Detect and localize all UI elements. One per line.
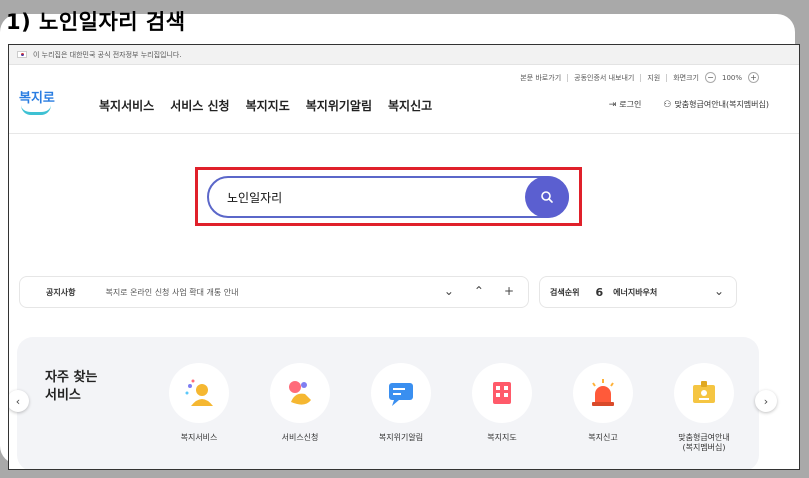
export-certificate-link[interactable]: 공동인증서 내보내기 (574, 73, 634, 83)
notice-bar: 공지사항 복지로 온라인 신청 사업 확대 개통 안내 ⌄ ⌃ + (19, 276, 529, 308)
fav-label: 복지신고 (588, 433, 618, 442)
fav-crisis-alert[interactable]: 복지위기알림 (359, 363, 443, 443)
rank-number: 6 (595, 285, 604, 299)
rank-label: 검색순위 (550, 287, 580, 297)
fav-label: 맞춤형급여안내 (복지멤버십) (662, 433, 746, 453)
logo-smile-icon (21, 105, 51, 115)
fav-welfare-report[interactable]: 복지신고 (561, 363, 645, 443)
main-nav: 복지서비스 서비스 신청 복지지도 복지위기알림 복지신고 (99, 97, 432, 114)
notice-more-icon[interactable]: + (504, 284, 514, 298)
divider (666, 73, 668, 82)
notice-text[interactable]: 복지로 온라인 신청 사업 확대 개통 안내 (105, 287, 238, 298)
person-sparkle-icon (185, 379, 213, 406)
notice-prev-icon[interactable]: ⌃ (474, 284, 484, 298)
fav-label-line2: (복지멤버십) (682, 443, 726, 452)
divider (567, 73, 569, 82)
notice-controls: ⌄ ⌃ + (444, 284, 514, 298)
favorite-services-panel: 자주 찾는 서비스 ‹ › 복지서비스 서비스신청 복지위기알림 복지지도 복지… (9, 337, 777, 469)
search-input[interactable] (227, 187, 507, 207)
building-map-icon (493, 382, 511, 404)
login-button[interactable]: ⇥ 로그인 (609, 99, 642, 110)
fav-circle (674, 363, 734, 423)
chat-bubble-icon (389, 383, 413, 406)
fav-circle (270, 363, 330, 423)
zoom-in-button[interactable]: + (748, 72, 759, 83)
fav-label: 서비스신청 (281, 433, 319, 442)
step-title: 1) 노인일자리 검색 (6, 10, 186, 34)
hand-apply-icon (289, 381, 311, 405)
custom-guide-label: 맞춤형급여안내(복지멤버십) (674, 100, 769, 109)
nav-crisis-alert[interactable]: 복지위기알림 (306, 97, 372, 114)
fav-label: 복지지도 (487, 433, 517, 442)
browser-screenshot: 이 누리집은 대한민국 공식 전자정부 누리집입니다. 본문 바로가기 공동인증… (8, 44, 800, 470)
nav-welfare-services[interactable]: 복지서비스 (99, 97, 154, 114)
search-rank-bar[interactable]: 검색순위 6 에너지바우처 ⌄ (539, 276, 737, 308)
rank-term: 에너지바우처 (613, 287, 658, 297)
carousel-prev-button[interactable]: ‹ (9, 390, 29, 412)
screen-size-label: 화면크기 (673, 73, 699, 82)
fav-circle (472, 363, 532, 423)
person-icon: ⚇ (663, 99, 672, 110)
search-icon (541, 191, 553, 203)
divider (640, 73, 642, 82)
nav-welfare-map[interactable]: 복지지도 (246, 97, 290, 114)
fav-welfare-services[interactable]: 복지서비스 (157, 363, 241, 443)
login-label: 로그인 (619, 100, 642, 109)
header-actions: ⇥ 로그인 ⚇ 맞춤형급여안내(복지멤버십) (609, 99, 769, 110)
fav-label-line1: 맞춤형급여안내 (678, 433, 730, 442)
skip-to-content-link[interactable]: 본문 바로가기 (520, 73, 561, 83)
nav-welfare-report[interactable]: 복지신고 (388, 97, 432, 114)
favorite-title-line2: 서비스 (45, 388, 81, 403)
notice-label: 공지사항 (46, 287, 76, 297)
id-card-icon (693, 381, 715, 403)
fav-label: 복지위기알림 (378, 433, 424, 442)
notice-next-icon[interactable]: ⌄ (444, 284, 454, 298)
gov-banner-text: 이 누리집은 대한민국 공식 전자정부 누리집입니다. (33, 50, 182, 59)
zoom-level: 100% (721, 73, 742, 82)
login-icon: ⇥ (608, 99, 617, 110)
search-button[interactable] (525, 176, 569, 218)
korea-flag-icon (17, 51, 27, 58)
custom-guide-button[interactable]: ⚇ 맞춤형급여안내(복지멤버십) (663, 99, 769, 110)
zoom-out-button[interactable]: − (704, 72, 716, 83)
utility-bar: 본문 바로가기 공동인증서 내보내기 지원 화면크기 − 100% + (520, 72, 759, 83)
fav-circle (573, 363, 633, 423)
favorite-title-line1: 자주 찾는 (45, 370, 98, 385)
logo-text: 복지로 (19, 91, 55, 106)
chevron-down-icon[interactable]: ⌄ (714, 284, 724, 298)
bokjiro-logo[interactable]: 복지로 (19, 87, 59, 117)
support-link[interactable]: 지원 (647, 73, 660, 83)
fav-circle (169, 363, 229, 423)
fav-welfare-map[interactable]: 복지지도 (460, 363, 544, 443)
fav-label: 복지서비스 (180, 433, 218, 442)
fav-custom-benefit-guide[interactable]: 맞춤형급여안내 (복지멤버십) (662, 363, 746, 453)
fav-service-apply[interactable]: 서비스신청 (258, 363, 342, 443)
carousel-next-button[interactable]: › (755, 390, 777, 412)
favorite-services-title: 자주 찾는 서비스 (45, 369, 97, 405)
header-divider (9, 133, 799, 134)
gov-banner: 이 누리집은 대한민국 공식 전자정부 누리집입니다. (9, 45, 799, 65)
nav-service-apply[interactable]: 서비스 신청 (170, 97, 229, 114)
fav-circle (371, 363, 431, 423)
siren-icon (592, 379, 614, 406)
search-box (207, 176, 569, 218)
